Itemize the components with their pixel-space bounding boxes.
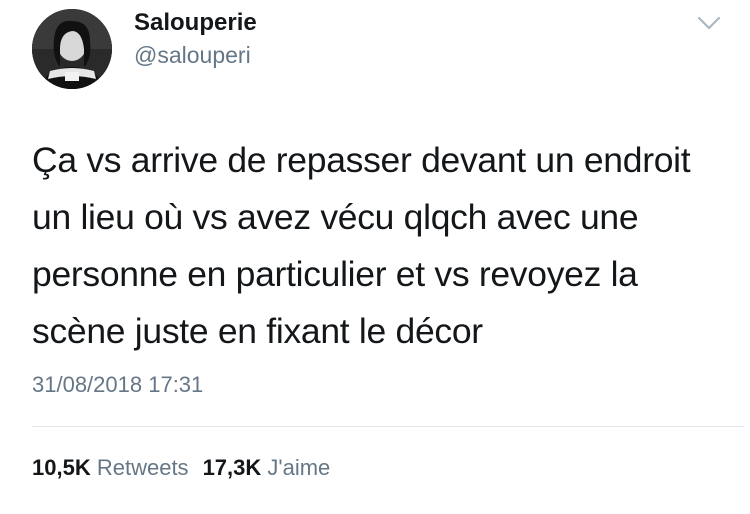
tweet-text-line: personne en particulier et vs revoyez la	[32, 254, 638, 294]
author-handle[interactable]: @salouperi	[134, 42, 251, 69]
tweet-text-line: Ça vs arrive de repasser devant un endro…	[32, 140, 691, 180]
tweet-text-line: un lieu où vs avez vécu qlqch avec une	[32, 197, 639, 237]
likes-count: 17,3K	[202, 455, 262, 480]
author-name[interactable]: Salouperie	[134, 9, 257, 37]
tweet-text: Ça vs arrive de repasser devant un endro…	[32, 132, 732, 360]
tweet-card: Salouperie @salouperi Ça vs arrive de re…	[0, 0, 750, 514]
chevron-down-icon[interactable]	[696, 14, 722, 32]
divider	[32, 426, 744, 427]
likes-label: J'aime	[267, 455, 331, 480]
avatar[interactable]	[32, 9, 112, 89]
likes-stat[interactable]: 17,3K J'aime	[203, 455, 331, 480]
tweet-stats: 10,5K Retweets 17,3K J'aime	[32, 455, 330, 481]
avatar-image	[32, 9, 112, 89]
retweets-stat[interactable]: 10,5K Retweets	[32, 455, 189, 480]
retweets-count: 10,5K	[32, 455, 91, 480]
tweet-timestamp[interactable]: 31/08/2018 17:31	[32, 372, 203, 398]
retweets-label: Retweets	[96, 455, 189, 480]
tweet-text-line: scène juste en fixant le décor	[32, 311, 483, 351]
